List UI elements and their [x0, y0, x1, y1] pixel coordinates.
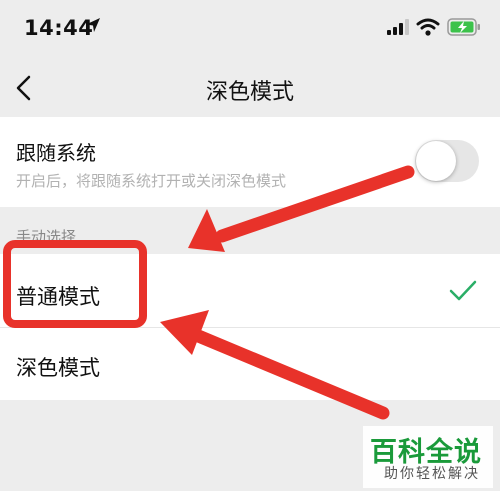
- option-normal-mode-label: 普通模式: [16, 285, 100, 309]
- status-time: 14:44: [24, 16, 94, 40]
- follow-system-title: 跟随系统: [16, 141, 96, 165]
- battery-charging-icon: [447, 18, 480, 36]
- toggle-knob: [416, 141, 456, 181]
- page-title: 深色模式: [205, 80, 294, 105]
- location-arrow-icon: [86, 18, 100, 32]
- checkmark-icon: [449, 280, 477, 301]
- wifi-icon: [416, 18, 440, 36]
- status-bar: 14:44: [0, 0, 500, 58]
- follow-system-description: 开启后，将跟随系统打开或关闭深色模式: [16, 172, 287, 190]
- option-dark-mode-label: 深色模式: [16, 356, 100, 380]
- watermark-slogan: 助你轻松解决: [384, 466, 480, 482]
- section-header-manual: 手动选择: [16, 228, 77, 246]
- cellular-signal-icon: [387, 19, 409, 35]
